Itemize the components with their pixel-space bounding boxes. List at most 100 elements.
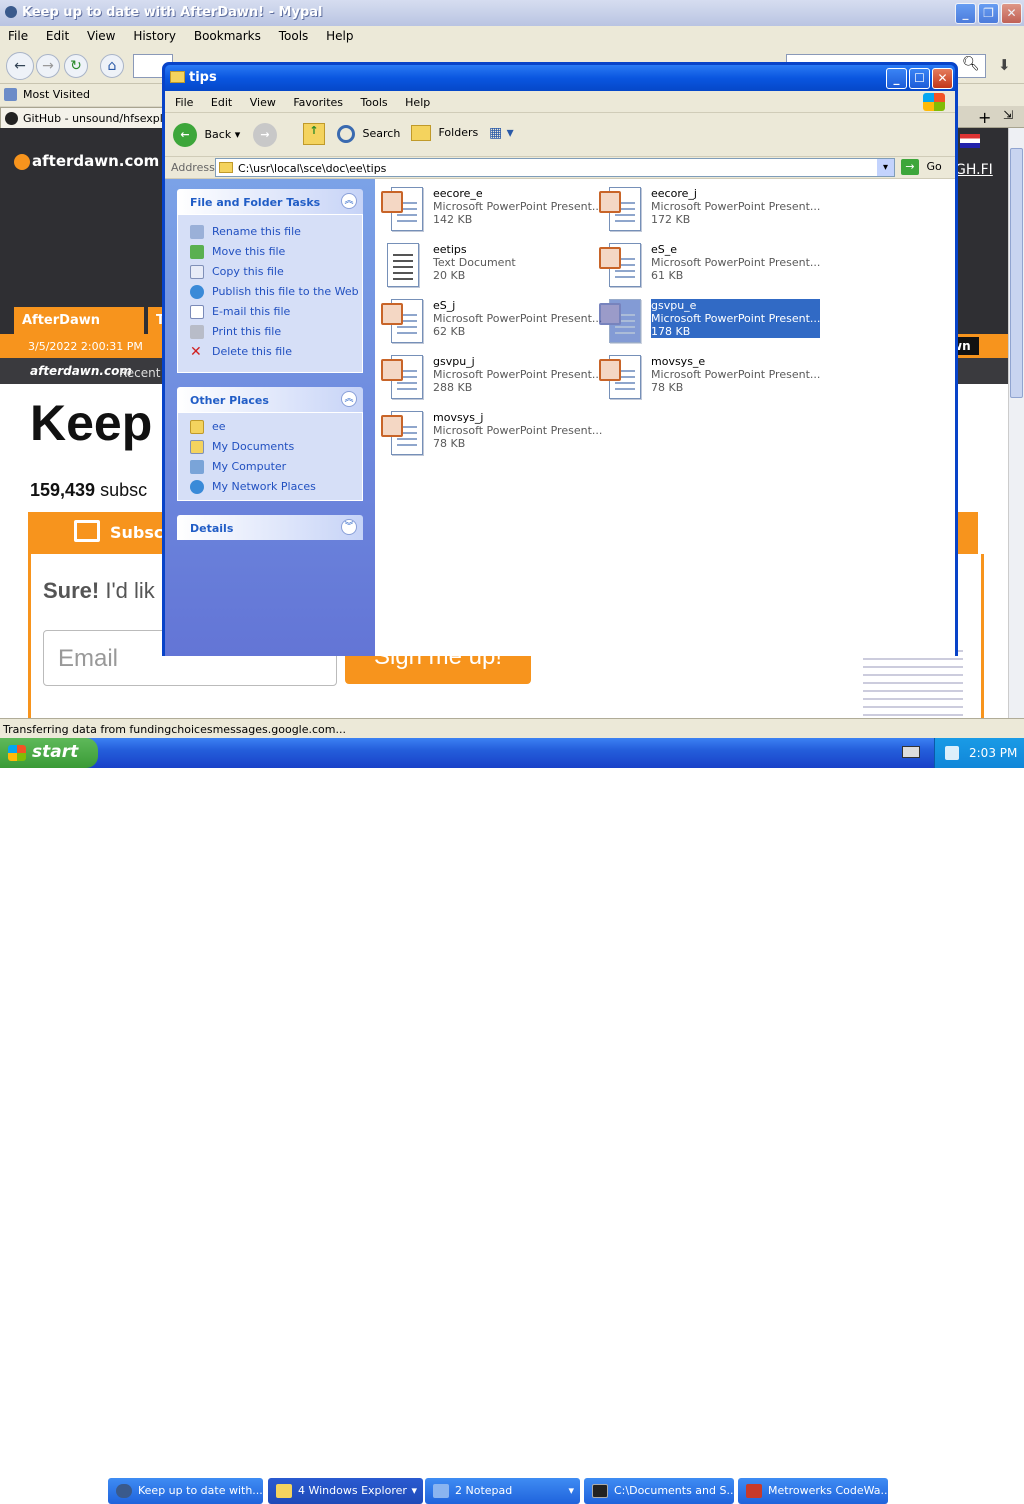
file-item-gsvpu-j[interactable]: gsvpu_j Microsoft PowerPoint Present... 28… [381,353,602,405]
flag-icon[interactable] [960,134,980,148]
datetime: 3/5/2022 2:00:31 PM [28,340,143,353]
new-tab-button[interactable]: + [978,108,991,127]
tab-github[interactable]: GitHub - unsound/hfsexplorer [0,107,185,128]
browser-menu-history[interactable]: History [133,29,176,43]
tray-icon[interactable] [945,746,959,760]
explorer-menu-file[interactable]: File [175,96,193,109]
forward-gray-arrow-icon[interactable]: → [253,123,277,147]
explorer-menu-view[interactable]: View [250,96,276,109]
mypal-icon [5,6,17,18]
tasks-body: Rename this file Move this file Copy thi… [177,214,363,373]
printer-icon [190,325,204,339]
my-documents-icon [190,440,204,454]
taskbar-button-notepad[interactable]: 2 Notepad ▾ [425,1478,580,1504]
site-logo[interactable]: afterdawn.com [14,152,159,170]
explorer-menu-favorites[interactable]: Favorites [293,96,343,109]
tasks-header[interactable]: File and Folder Tasks ︽ [177,189,363,214]
powerpoint-file-icon [381,355,425,401]
search-icon[interactable]: 🔍︎ [962,56,980,72]
start-label: start [32,742,79,762]
file-item-eetips[interactable]: eetips Text Document 20 KB [381,241,601,293]
forward-arrow-icon[interactable]: → [36,54,60,78]
views-icon[interactable]: ▦ ▾ [489,125,523,145]
explorer-minimize-button[interactable]: _ [886,68,907,89]
file-item-gsvpu-e[interactable]: gsvpu_e Microsoft PowerPoint Present... 17… [599,297,821,349]
expand-chevron-icon[interactable]: ︾ [341,519,357,535]
recent-label[interactable]: Recent [119,366,160,380]
browser-menu-help[interactable]: Help [326,29,353,43]
download-icon[interactable]: ⬇ [998,56,1011,74]
browser-menu-tools[interactable]: Tools [279,29,309,43]
file-item-eecore-e[interactable]: eecore_e Microsoft PowerPoint Present... 1… [381,185,602,237]
small-logo[interactable]: afterdawn.com [30,364,132,378]
start-button[interactable]: start [0,738,98,768]
copy-file-link[interactable]: Copy this file [190,265,284,279]
up-folder-icon[interactable]: ↑ [303,123,325,145]
taskbar-button-cmd[interactable]: C:\Documents and S... [584,1478,734,1504]
place-network-link[interactable]: My Network Places [190,480,316,494]
nav-home[interactable]: AfterDawn Home [14,307,144,355]
places-collapse-chevron-icon[interactable]: ︽ [341,391,357,407]
taskbar-button-browser[interactable]: Keep up to date with... [108,1478,263,1504]
browser-scrollbar[interactable] [1008,128,1024,718]
keyboard-icon[interactable] [902,746,920,758]
browser-menu-edit[interactable]: Edit [46,29,69,43]
file-list: eecore_e Microsoft PowerPoint Present... 1… [375,179,955,656]
explorer-toolbar: ← Back ▾ → ↑ Search Folders ▦ ▾ [165,113,955,157]
explorer-close-button[interactable]: ✕ [932,68,953,89]
file-item-eecore-j[interactable]: eecore_j Microsoft PowerPoint Present... 1… [599,185,820,237]
details-panel[interactable]: Details ︾ [177,515,363,540]
home-icon[interactable]: ⌂ [100,54,124,78]
file-item-es-j[interactable]: eS_j Microsoft PowerPoint Present... 62 KB [381,297,602,349]
place-my-documents-link[interactable]: My Documents [190,440,294,454]
browser-menu-view[interactable]: View [87,29,115,43]
explorer-menu-edit[interactable]: Edit [211,96,232,109]
most-visited-bookmark[interactable]: Most Visited [23,88,90,101]
browser-close-button[interactable]: ✕ [1001,3,1022,24]
browser-status-bar: Transferring data from fundingchoicesmes… [0,718,1024,740]
file-item-es-e[interactable]: eS_e Microsoft PowerPoint Present... 61 KB [599,241,820,293]
ghfi-link[interactable]: GH.FI [955,162,993,178]
clock: 2:03 PM [969,746,1018,760]
browser-restore-button[interactable]: ❐ [978,3,999,24]
email-file-link[interactable]: E-mail this file [190,305,290,319]
browser-menu-bookmarks[interactable]: Bookmarks [194,29,261,43]
scroll-thumb[interactable] [1010,148,1023,398]
places-header[interactable]: Other Places ︽ [177,387,363,412]
back-button[interactable]: ← Back ▾ [173,123,240,147]
explorer-menu-tools[interactable]: Tools [361,96,388,109]
folders-button[interactable]: Folders [411,125,478,141]
taskbar-button-explorer[interactable]: 4 Windows Explorer ▾ [268,1478,423,1504]
browser-menu-file[interactable]: File [8,29,28,43]
place-my-computer-link[interactable]: My Computer [190,460,286,474]
globe-icon [190,285,204,299]
publish-web-link[interactable]: Publish this file to the Web [190,285,359,299]
back-green-arrow-icon: ← [173,123,197,147]
print-file-link[interactable]: Print this file [190,325,281,339]
rename-file-link[interactable]: Rename this file [190,225,301,239]
reload-icon[interactable]: ↻ [64,54,88,78]
mypal-icon [116,1484,132,1498]
delete-file-link[interactable]: ✕ Delete this file [190,345,292,359]
move-file-link[interactable]: Move this file [190,245,285,259]
taskbar-button-codewarrior[interactable]: Metrowerks CodeWa... [738,1478,888,1504]
explorer-menu-help[interactable]: Help [405,96,430,109]
file-item-movsys-j[interactable]: movsys_j Microsoft PowerPoint Present... 7… [381,409,602,461]
back-arrow-icon[interactable]: ← [6,52,34,80]
powerpoint-file-icon [599,243,643,289]
status-text: Transferring data from fundingchoicesmes… [3,723,346,736]
notepad-icon [433,1484,449,1498]
browser-minimize-button[interactable]: _ [955,3,976,24]
taskbar: start Keep up to date with... 4 Windows … [0,738,1024,1504]
explorer-title-bar: tips _ ☐ ✕ [165,65,955,91]
collapse-chevron-icon[interactable]: ︽ [341,193,357,209]
address-input[interactable]: C:\usr\local\sce\doc\ee\tips ▾ [215,158,895,177]
tab-list-arrow-icon[interactable]: ⇲ [1003,108,1013,122]
address-dropdown-icon[interactable]: ▾ [877,159,894,176]
go-button[interactable]: → Go [901,159,942,175]
explorer-maximize-button[interactable]: ☐ [909,68,930,89]
file-item-movsys-e[interactable]: movsys_e Microsoft PowerPoint Present... 7… [599,353,820,405]
powerpoint-file-icon [381,299,425,345]
search-button[interactable]: Search [337,125,400,143]
place-ee-link[interactable]: ee [190,420,226,434]
